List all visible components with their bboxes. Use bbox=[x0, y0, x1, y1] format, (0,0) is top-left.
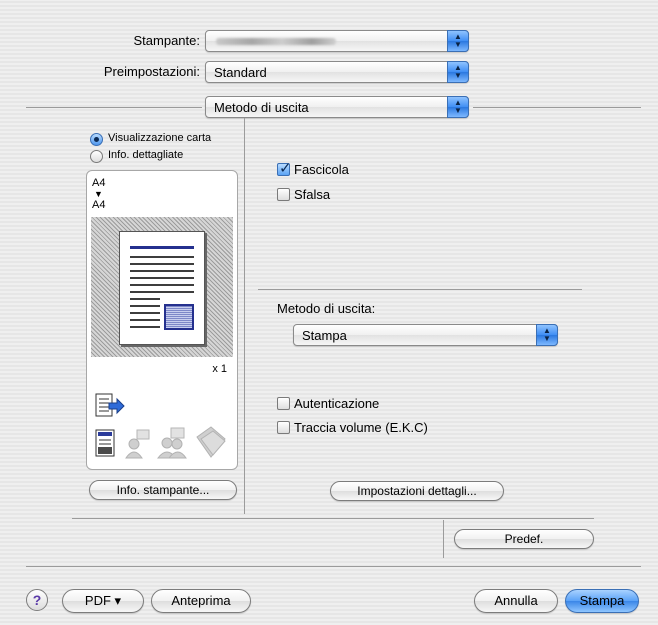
offset-label: Sfalsa bbox=[294, 187, 331, 202]
presets-value: Standard bbox=[214, 65, 267, 80]
paper-stack-disabled-icon bbox=[196, 426, 226, 458]
radio-paper-view-label: Visualizzazione carta bbox=[108, 132, 212, 144]
output-method-value: Stampa bbox=[302, 328, 347, 343]
popup-arrows-icon: ▲ ▼ bbox=[447, 61, 469, 83]
volume-tracking-checkbox[interactable] bbox=[277, 421, 290, 434]
panel-popup[interactable]: Metodo di uscita ▲ ▼ bbox=[205, 96, 469, 118]
popup-arrows-icon: ▲ ▼ bbox=[536, 324, 558, 346]
volume-tracking-label: Traccia volume (E.K.C) bbox=[294, 420, 428, 435]
page-preview: A4 ▼ A4 x 1 bbox=[86, 170, 238, 470]
authentication-checkbox[interactable] bbox=[277, 397, 290, 410]
printer-info-button[interactable]: Info. stampante... bbox=[89, 480, 237, 500]
collate-label: Fascicola bbox=[294, 162, 349, 177]
printer-popup[interactable]: ▲ ▼ bbox=[205, 30, 469, 52]
print-button[interactable]: Stampa bbox=[565, 589, 639, 613]
radio-detail-info-label: Info. dettagliate bbox=[108, 149, 184, 161]
panel-value: Metodo di uscita bbox=[214, 100, 309, 115]
output-tray-icon bbox=[95, 393, 125, 417]
printer-label: Stampante: bbox=[133, 33, 201, 48]
pdf-button[interactable]: PDF ▾ bbox=[62, 589, 144, 613]
copies-count: x 1 bbox=[212, 363, 227, 375]
detail-settings-button[interactable]: Impostazioni dettagli... bbox=[330, 481, 504, 501]
output-method-popup[interactable]: Stampa ▲ ▼ bbox=[293, 324, 558, 346]
radio-paper-view[interactable] bbox=[90, 133, 103, 146]
cancel-button[interactable]: Annulla bbox=[474, 589, 558, 613]
paper-size-from: A4 bbox=[92, 177, 106, 189]
default-separator bbox=[443, 520, 444, 558]
bottom-separator bbox=[72, 518, 594, 519]
output-method-label: Metodo di uscita: bbox=[277, 301, 376, 316]
radio-detail-info[interactable] bbox=[90, 150, 103, 163]
document-color-icon bbox=[95, 429, 115, 457]
user-disabled-icon bbox=[125, 429, 150, 459]
sheet-image-icon bbox=[164, 304, 194, 330]
help-icon[interactable]: ? bbox=[26, 589, 48, 611]
users-disabled-icon bbox=[157, 427, 187, 459]
panel-separator-right bbox=[473, 107, 641, 108]
popup-arrows-icon: ▲ ▼ bbox=[447, 96, 469, 118]
popup-arrows-icon: ▲ ▼ bbox=[447, 30, 469, 52]
presets-popup[interactable]: Standard ▲ ▼ bbox=[205, 61, 469, 83]
column-separator bbox=[244, 118, 245, 514]
paper-size-to: A4 bbox=[92, 199, 106, 211]
offset-checkbox[interactable] bbox=[277, 188, 290, 201]
preview-hatch-area bbox=[91, 217, 233, 357]
authentication-label: Autenticazione bbox=[294, 396, 380, 411]
presets-label: Preimpostazioni: bbox=[103, 64, 200, 79]
preview-button[interactable]: Anteprima bbox=[151, 589, 251, 613]
footer-separator bbox=[26, 566, 641, 567]
options-separator bbox=[258, 289, 582, 290]
preview-sheet bbox=[119, 231, 205, 345]
paper-size-arrow-icon: ▼ bbox=[94, 189, 103, 199]
panel-separator-left bbox=[26, 107, 202, 108]
printer-name-blurred bbox=[216, 38, 336, 45]
collate-checkbox[interactable] bbox=[277, 159, 292, 177]
default-button[interactable]: Predef. bbox=[454, 529, 594, 549]
